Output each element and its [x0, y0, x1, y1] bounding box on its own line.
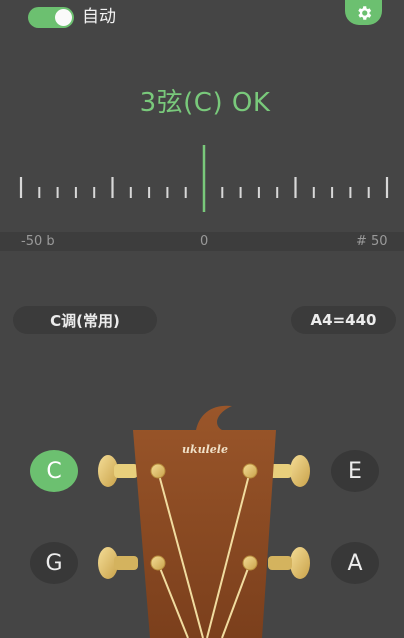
string-button-c[interactable]: C [30, 450, 78, 492]
string-label: A [347, 550, 363, 576]
tuning-peg-a [268, 547, 310, 579]
settings-button[interactable] [345, 0, 382, 25]
string-label: G [45, 550, 63, 576]
scale-label-flat: -50 b [21, 234, 55, 249]
key-selector-button[interactable]: C调(常用) [13, 306, 157, 334]
ukulele-headstock: ukulele [98, 405, 310, 638]
tuning-scale [19, 145, 389, 212]
string-label: C [46, 458, 62, 484]
scale-label-sharp: # 50 [356, 234, 388, 249]
headstock-body [133, 405, 276, 638]
tuning-peg-c [98, 455, 138, 487]
brand-logo: ukulele [182, 443, 228, 456]
auto-label: 自动 [82, 7, 116, 27]
reference-pitch-button[interactable]: A4=440 [291, 306, 396, 334]
auto-toggle[interactable] [28, 7, 74, 28]
tuning-peg-e [268, 455, 310, 487]
toggle-knob [55, 9, 72, 26]
string-button-a[interactable]: A [331, 542, 379, 584]
string-button-g[interactable]: G [30, 542, 78, 584]
scale-label-zero: 0 [200, 234, 209, 249]
tuning-peg-g [98, 547, 138, 579]
gear-icon [357, 5, 371, 20]
string-label: E [348, 458, 362, 484]
string-button-e[interactable]: E [331, 450, 379, 492]
tuning-status: 3弦(C) OK [139, 88, 271, 118]
